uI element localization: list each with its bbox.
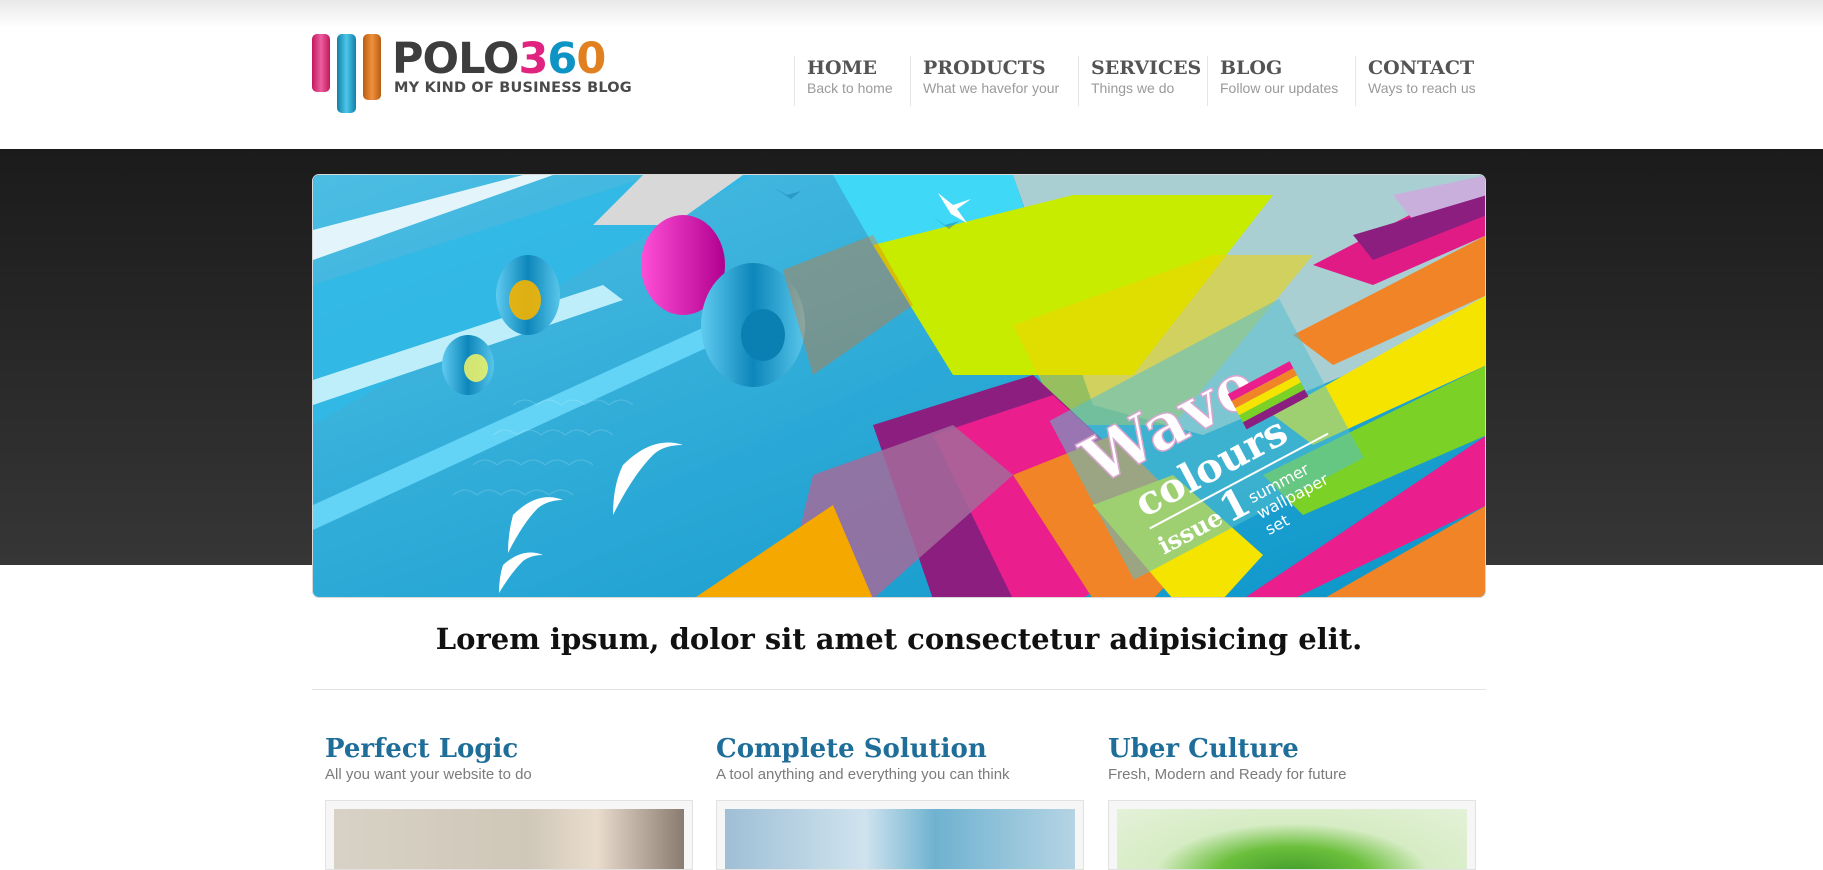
feature-image-frame[interactable] [716,800,1084,870]
feature-image [1117,809,1467,869]
nav-item-subtitle: Follow our updates [1220,80,1339,96]
feature-title[interactable]: Perfect Logic [325,732,693,766]
nav-item-subtitle: Ways to reach us [1368,80,1476,96]
feature-image-frame[interactable] [1108,800,1476,870]
hero-illustration: Wave colours issue 1 summer wallpaper se… [313,175,1485,597]
main-nav: HOME Back to home PRODUCTS What we havef… [0,56,1823,108]
nav-item-subtitle: Back to home [807,80,893,96]
nav-item-title: CONTACT [1368,57,1475,79]
feature-title[interactable]: Uber Culture [1108,732,1476,766]
feature-image [725,809,1075,869]
nav-item-services[interactable]: SERVICES Things we do [1078,56,1201,106]
nav-item-blog[interactable]: BLOG Follow our updates [1207,56,1338,106]
nav-item-contact[interactable]: CONTACT Ways to reach us [1355,56,1476,106]
nav-item-title: PRODUCTS [923,57,1046,79]
feature-image-frame[interactable] [325,800,693,870]
feature-image [334,809,684,869]
nav-item-subtitle: Things we do [1091,80,1175,96]
hero-banner[interactable]: Wave colours issue 1 summer wallpaper se… [312,174,1486,598]
feature-subtitle: A tool anything and everything you can t… [716,766,1010,783]
nav-item-title: BLOG [1220,57,1283,79]
nav-item-title: HOME [807,57,878,79]
feature-subtitle: All you want your website to do [325,766,532,783]
nav-item-subtitle: What we havefor your [923,80,1060,96]
site-header: POLO360 MY KIND OF BUSINESS BLOG HOME Ba… [0,0,1823,149]
feature-perfect-logic: Perfect Logic All you want your website … [325,732,693,870]
nav-item-title: SERVICES [1091,57,1202,79]
feature-title[interactable]: Complete Solution [716,732,1084,766]
nav-item-products[interactable]: PRODUCTS What we havefor your [910,56,1059,106]
feature-uber-culture: Uber Culture Fresh, Modern and Ready for… [1108,732,1476,870]
section-divider [312,689,1486,690]
page-headline: Lorem ipsum, dolor sit amet consectetur … [435,622,1363,656]
feature-complete-solution: Complete Solution A tool anything and ev… [716,732,1084,870]
feature-subtitle: Fresh, Modern and Ready for future [1108,766,1347,783]
nav-item-home[interactable]: HOME Back to home [794,56,893,106]
